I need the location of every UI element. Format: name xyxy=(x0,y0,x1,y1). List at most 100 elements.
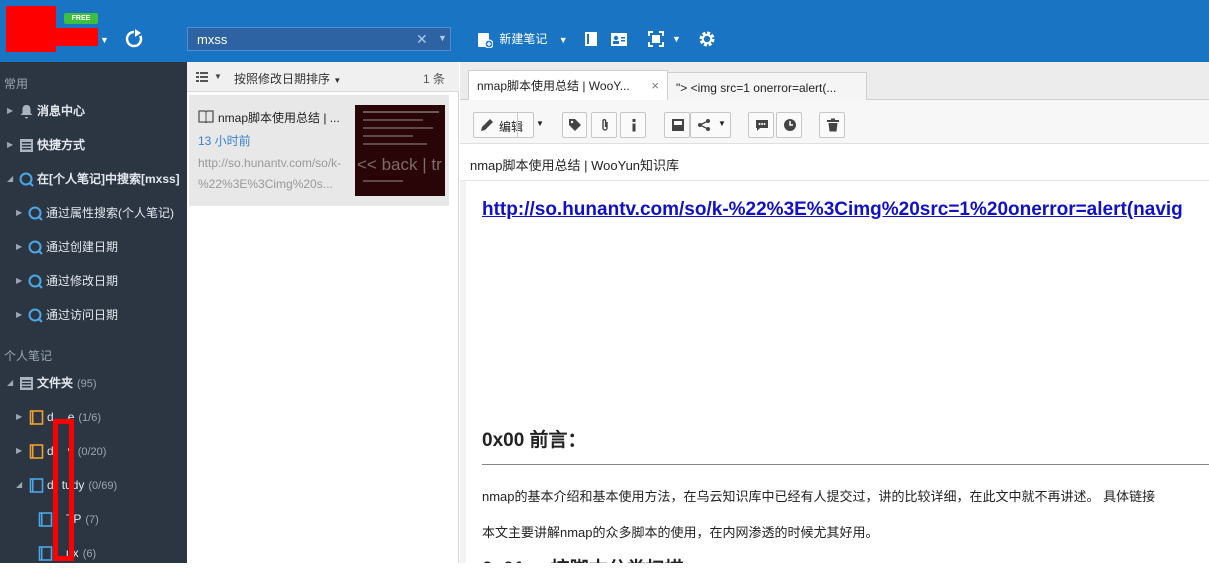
clock-icon xyxy=(784,119,796,131)
folder-count: (1/6) xyxy=(78,412,101,424)
notebook-icon xyxy=(29,444,44,459)
comment-button[interactable] xyxy=(748,112,774,138)
folders-icon xyxy=(20,377,33,390)
pencil-icon xyxy=(481,119,493,131)
note-snippet: http://so.hunantv.com/so/k-%22%3E%3Cimg%… xyxy=(198,156,342,191)
expand-arrow-icon[interactable]: ▶ xyxy=(16,196,22,230)
account-dropdown-icon[interactable]: ▼ xyxy=(100,35,109,45)
chevron-down-icon[interactable]: ▼ xyxy=(214,72,222,81)
paperclip-icon xyxy=(602,119,608,131)
search-options-icon[interactable]: ▼ xyxy=(438,33,447,43)
edit-label: 编辑 xyxy=(499,120,524,134)
attachment-button[interactable] xyxy=(591,112,617,138)
expand-arrow-icon[interactable]: ▶ xyxy=(16,230,22,264)
history-button[interactable] xyxy=(776,112,802,138)
sidebar-item-search[interactable]: ◢ 在[个人笔记]中搜索[mxss] xyxy=(0,162,187,196)
notebook-icon[interactable] xyxy=(583,31,599,47)
chevron-down-icon[interactable]: ▼ xyxy=(559,35,568,45)
notebook-icon xyxy=(38,512,53,527)
delete-button[interactable] xyxy=(819,112,845,138)
chevron-down-icon[interactable]: ▼ xyxy=(718,119,726,128)
sidebar-item-shortcuts[interactable]: ▶ 快捷方式 xyxy=(0,128,187,162)
search-folder-icon xyxy=(28,240,43,255)
comment-icon xyxy=(756,120,768,131)
note-list-header: ▼ 按照修改日期排序 ▼ 1 条 xyxy=(187,62,459,92)
note-title: nmap脚本使用总结 | ... xyxy=(218,111,340,125)
expand-arrow-icon[interactable]: ▶ xyxy=(16,264,22,298)
sidebar-item-by-visited[interactable]: ▶ 通过访问日期 xyxy=(0,298,187,332)
share-button[interactable]: ▼ xyxy=(690,112,731,138)
sort-dropdown[interactable]: 按照修改日期排序 ▼ xyxy=(234,70,341,87)
folder-count: (95) xyxy=(77,378,97,390)
redaction-mark xyxy=(6,6,56,52)
folder-count: (0/20) xyxy=(77,446,107,458)
sidebar-item-folders[interactable]: ◢ 文件夹 (95) xyxy=(0,366,187,400)
folder-count: (7) xyxy=(85,514,99,526)
shortcut-icon xyxy=(20,139,33,152)
sidebar-item-by-created[interactable]: ▶ 通过创建日期 xyxy=(0,230,187,264)
tab-note[interactable]: "> <img src=1 onerror=alert(... xyxy=(667,72,867,101)
search-folder-icon xyxy=(19,172,34,187)
search-input[interactable] xyxy=(188,28,413,50)
notebook-icon xyxy=(29,478,44,493)
search-folder-icon xyxy=(28,206,43,221)
tag-button[interactable] xyxy=(562,112,587,138)
archive-button[interactable] xyxy=(664,112,690,138)
sidebar-item-label: 通过属性搜索(个人笔记) xyxy=(46,206,174,220)
collapse-arrow-icon[interactable]: ◢ xyxy=(16,468,22,502)
book-icon xyxy=(198,110,214,123)
sidebar-item-by-attr[interactable]: ▶ 通过属性搜索(个人笔记) xyxy=(0,196,187,230)
close-icon[interactable]: × xyxy=(651,71,659,101)
expand-arrow-icon[interactable]: ▶ xyxy=(16,298,22,332)
paragraph: nmap的基本介绍和基本使用方法，在乌云知识库中已经有人提交过，讲的比较详细，在… xyxy=(482,489,1156,504)
section-personal: 个人笔记 xyxy=(4,349,53,363)
edit-button[interactable]: 编辑 ▼ xyxy=(473,112,544,138)
note-thumbnail: << back | tr xyxy=(355,105,445,196)
chevron-down-icon[interactable]: ▼ xyxy=(536,119,544,128)
clear-search-icon[interactable]: ✕ xyxy=(416,31,428,48)
document-body[interactable]: http://so.hunantv.com/so/k-%22%3E%3Cimg%… xyxy=(460,180,1209,563)
note-list: ▼ 按照修改日期排序 ▼ 1 条 nmap脚本使用总结 | ... 13 小时前… xyxy=(187,62,459,563)
sidebar-item-by-modified[interactable]: ▶ 通过修改日期 xyxy=(0,264,187,298)
tag-icon xyxy=(569,119,581,131)
expand-arrow-icon[interactable]: ▶ xyxy=(7,94,13,128)
sidebar-item-subfolder[interactable]: TP (7) xyxy=(0,502,187,536)
sidebar-item-label: 快捷方式 xyxy=(37,138,86,152)
sidebar-item-label: 消息中心 xyxy=(37,104,86,118)
chevron-down-icon[interactable]: ▼ xyxy=(672,34,681,44)
sort-label: 按照修改日期排序 xyxy=(234,72,331,86)
note-card[interactable]: nmap脚本使用总结 | ... 13 小时前 http://so.hunant… xyxy=(189,95,449,206)
sync-icon[interactable] xyxy=(124,29,144,49)
collapse-arrow-icon[interactable]: ◢ xyxy=(7,162,13,196)
note-time: 13 小时前 xyxy=(198,134,251,148)
info-button[interactable] xyxy=(620,112,646,138)
sidebar-item-messages[interactable]: ▶ 消息中心 xyxy=(0,94,187,128)
sidebar-item-folder[interactable]: ▶ d e (1/6) xyxy=(0,400,187,434)
new-note-button[interactable]: 新建笔记 ▼ xyxy=(477,28,568,50)
folder-count: (0/69) xyxy=(88,480,118,492)
contact-card-icon[interactable] xyxy=(610,31,628,47)
gear-icon[interactable] xyxy=(698,30,716,48)
tab-label: "> <img src=1 onerror=alert(... xyxy=(676,81,837,95)
tab-note[interactable]: nmap脚本使用总结 | WooY... × xyxy=(468,70,668,101)
trash-icon xyxy=(827,118,839,132)
expand-arrow-icon[interactable]: ▶ xyxy=(7,128,13,162)
sidebar-item-folder[interactable]: ◢ d tudy (0/69) xyxy=(0,468,187,502)
document-title[interactable]: nmap脚本使用总结 | WooYun知识库 xyxy=(470,155,679,174)
sidebar-item-label: 通过修改日期 xyxy=(46,274,119,288)
search-box[interactable]: ✕ ▼ xyxy=(187,27,451,51)
sidebar-item-subfolder[interactable]: ux (6) xyxy=(0,536,187,570)
search-folder-icon xyxy=(28,308,43,323)
view-mode-icon[interactable] xyxy=(196,71,208,83)
info-icon xyxy=(632,119,636,132)
notebook-icon xyxy=(29,410,44,425)
sidebar-item-folder[interactable]: ▶ d v (0/20) xyxy=(0,434,187,468)
expand-arrow-icon[interactable]: ▶ xyxy=(16,400,22,434)
expand-arrow-icon[interactable]: ▶ xyxy=(16,434,22,468)
sidebar-item-label: 通过创建日期 xyxy=(46,240,119,254)
fullscreen-icon[interactable] xyxy=(648,31,664,47)
collapse-arrow-icon[interactable]: ◢ xyxy=(7,366,13,400)
sidebar-item-label: 在[个人笔记]中搜索[mxss] xyxy=(37,172,180,186)
free-badge: FREE xyxy=(64,13,98,24)
document-link[interactable]: http://so.hunantv.com/so/k-%22%3E%3Cimg%… xyxy=(482,199,1183,221)
